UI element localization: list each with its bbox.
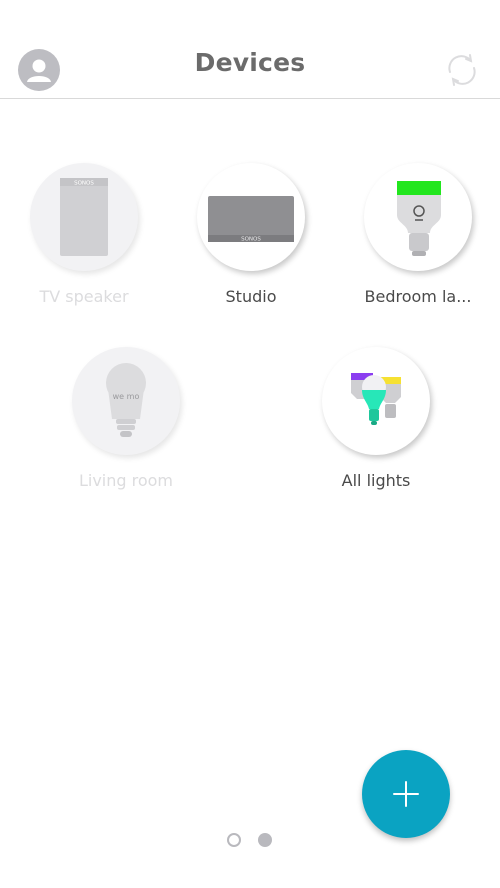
device-icon-circle: SONOS (197, 163, 305, 271)
speaker-brand-text: SONOS (241, 237, 261, 243)
page-indicator-dot[interactable] (227, 833, 241, 847)
wemo-bulb-icon: we mo (106, 363, 146, 437)
device-tile-all-lights[interactable]: All lights (301, 347, 451, 490)
device-label: Bedroom la... (364, 287, 472, 306)
sync-icon[interactable] (442, 50, 482, 90)
device-label: All lights (341, 471, 411, 490)
device-label: Studio (225, 287, 277, 306)
plus-icon (393, 781, 419, 807)
device-label: TV speaker (39, 287, 129, 306)
speaker-brand-text: SONOS (74, 181, 94, 187)
multi-color-bulbs-icon (351, 373, 401, 425)
device-label: Living room (78, 471, 174, 490)
device-icon-circle (322, 347, 430, 455)
device-tile-bedroom-lamp[interactable]: Bedroom la... (343, 163, 493, 306)
sonos-play3-speaker-icon: SONOS (208, 196, 294, 243)
device-icon-circle: we mo (72, 347, 180, 455)
page-indicator-dot-active[interactable] (258, 833, 272, 847)
page-title: Devices (194, 48, 306, 77)
wemo-brand-text: we mo (113, 392, 140, 401)
device-tile-living-room[interactable]: we mo Living room (51, 347, 201, 490)
add-device-button[interactable] (362, 750, 450, 838)
app-header: Devices (0, 0, 500, 99)
led-bulb-icon (397, 181, 441, 256)
device-tile-tv-speaker[interactable]: SONOS TV speaker (9, 163, 159, 306)
sonos-one-speaker-icon: SONOS (60, 178, 108, 256)
device-icon-circle (364, 163, 472, 271)
device-tile-studio[interactable]: SONOS Studio (176, 163, 326, 306)
device-icon-circle: SONOS (30, 163, 138, 271)
